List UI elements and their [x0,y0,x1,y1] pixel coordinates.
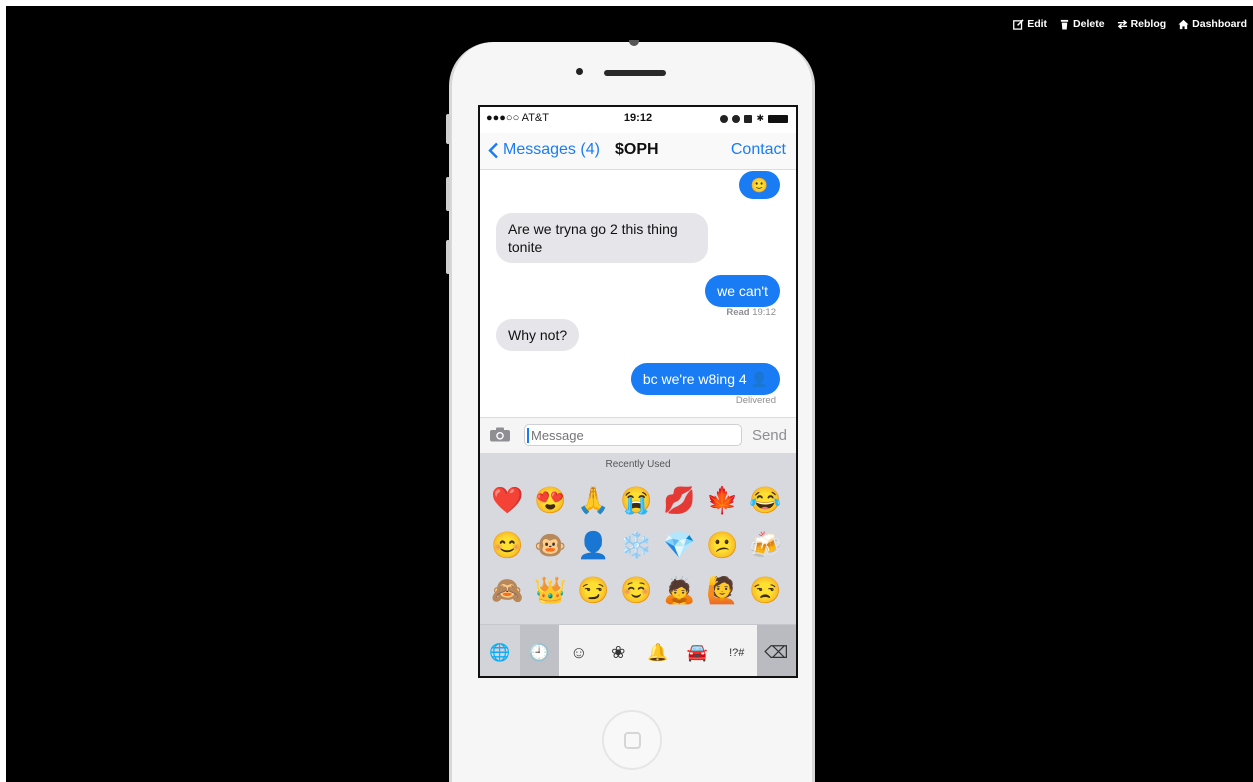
flower-category-key[interactable]: ❀ [598,625,638,676]
video-frame: Edit Delete Reblog Dashboard ●●●○○ AT&T … [6,6,1253,782]
emoji-key[interactable]: 🍻 [744,522,787,567]
front-camera [629,40,639,46]
emoji-key[interactable]: 🙈 [486,567,529,612]
earpiece-speaker [604,70,666,76]
conversation-nav-bar: Messages (4) $OPH Contact [480,133,796,170]
reblog-icon [1117,19,1127,29]
globe-key[interactable]: 🌐 [480,625,520,676]
emoji-key[interactable]: 👤 [572,522,615,567]
status-icons: ✱ [720,113,788,124]
emoji-key[interactable]: 🍁 [701,477,744,522]
emoji-key[interactable]: 😍 [529,477,572,522]
emoji-key[interactable]: ❄️ [615,522,658,567]
delete-button[interactable]: Delete [1059,18,1105,30]
emoji-key[interactable]: 🙋 [701,567,744,612]
recent-category-key[interactable]: 🕘 [519,625,559,676]
delivered-status: Delivered [735,395,776,406]
compose-bar: Send [480,417,796,454]
reblog-label: Reblog [1130,18,1167,30]
front-sensor [576,68,583,75]
messages-back-button[interactable]: Messages (4) [488,141,600,159]
edit-button[interactable]: Edit [1013,18,1047,30]
volume-up-button [446,177,450,211]
edit-label: Edit [1027,18,1048,30]
lock-rotation-icon [720,114,729,123]
bluetooth-icon: ✱ [756,113,764,123]
emoji-keyboard: Recently Used ❤️ 😍 🙏 😭 💋 🍁 😂 😊 🐵 👤 ❄️ 💎 … [480,453,796,676]
message-thread[interactable]: 🙂 Are we tryna go 2 this thing tonite we… [480,169,796,415]
camera-icon[interactable] [489,427,511,442]
emoji-key[interactable]: 😊 [486,522,529,567]
bell-category-key[interactable]: 🔔 [638,625,678,676]
conversation-title: $OPH [615,141,659,158]
delete-key[interactable]: ⌫ [756,625,796,676]
emoji-key[interactable]: 🙇 [658,567,701,612]
emoji-key[interactable]: 💋 [658,477,701,522]
status-bar: ●●●○○ AT&T 19:12 ✱ [480,107,796,129]
emoji-key[interactable]: 🐵 [529,522,572,567]
outgoing-message[interactable]: bc we're w8ing 4 👤 [630,363,780,395]
emoji-key[interactable]: 😒 [744,567,787,612]
read-receipt: Read 19:12 [726,307,776,318]
emoji-key[interactable]: 😕 [701,522,744,567]
message-input[interactable] [524,424,742,446]
edit-icon [1013,18,1024,30]
phone-screen: ●●●○○ AT&T 19:12 ✱ Messages (4) $OPH Con… [478,105,798,678]
emoji-key[interactable]: 💎 [658,522,701,567]
smiley-category-key[interactable]: ☺ [559,625,599,676]
car-category-key[interactable]: 🚘 [677,625,717,676]
contact-button[interactable]: Contact [731,141,786,159]
post-controls: Edit Delete Reblog Dashboard [1013,18,1247,30]
emoji-grid: ❤️ 😍 🙏 😭 💋 🍁 😂 😊 🐵 👤 ❄️ 💎 😕 🍻 🙈 👑 😏 ☺️ 🙇… [486,477,787,612]
home-icon [1178,19,1189,29]
home-button-square-icon [624,732,641,749]
recently-used-label: Recently Used [605,459,671,470]
symbols-category-key[interactable]: !?# [717,625,757,676]
read-label: Read [726,307,750,318]
outgoing-message[interactable]: we can't [705,275,780,307]
battery-icon [768,114,788,123]
emoji-key[interactable]: ☺️ [615,567,658,612]
text-cursor [527,428,529,443]
mute-switch [446,114,450,144]
emoji-key[interactable]: 👑 [529,567,572,612]
airplay-icon [744,114,753,123]
emoji-key[interactable]: 😂 [744,477,787,522]
emoji-key[interactable]: 😭 [615,477,658,522]
incoming-message[interactable]: Why not? [496,319,580,351]
emoji-key[interactable]: ❤️ [486,477,529,522]
home-button[interactable] [602,710,662,770]
alarm-icon [732,114,741,123]
emoji-key[interactable]: 🙏 [572,477,615,522]
chevron-left-icon [488,142,498,158]
emoji-key[interactable]: 😏 [572,567,615,612]
dashboard-button[interactable]: Dashboard [1178,18,1247,30]
dashboard-label: Dashboard [1192,18,1247,30]
volume-down-button [446,240,450,274]
back-label: Messages (4) [503,141,600,158]
incoming-message[interactable]: Are we tryna go 2 this thing tonite [496,213,708,263]
send-button[interactable]: Send [752,427,787,444]
read-time: 19:12 [752,307,776,318]
delete-label: Delete [1073,18,1105,30]
iphone-mockup: ●●●○○ AT&T 19:12 ✱ Messages (4) $OPH Con… [446,40,815,782]
reblog-button[interactable]: Reblog [1117,18,1167,30]
trash-icon [1060,19,1069,30]
emoji-category-bar: 🌐 🕘 ☺ ❀ 🔔 🚘 !?# ⌫ [480,624,796,676]
outgoing-message[interactable]: 🙂 [738,171,780,199]
